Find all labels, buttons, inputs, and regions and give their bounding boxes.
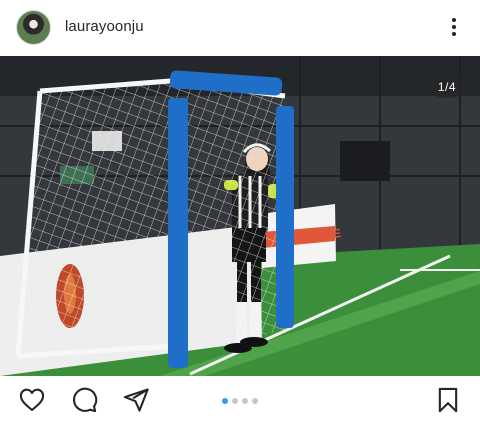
carousel-dot[interactable] bbox=[232, 398, 238, 404]
post-header: laurayoonju bbox=[0, 0, 480, 56]
post-actions bbox=[0, 376, 480, 423]
carousel-dot[interactable] bbox=[242, 398, 248, 404]
share-icon[interactable] bbox=[122, 386, 150, 414]
carousel-dot[interactable] bbox=[222, 398, 228, 404]
carousel-counter: 1/4 bbox=[429, 76, 464, 98]
avatar[interactable] bbox=[16, 10, 51, 45]
heart-icon[interactable] bbox=[18, 386, 46, 414]
post-image[interactable]: TOYGE 1/4 bbox=[0, 56, 480, 376]
carousel-dot[interactable] bbox=[252, 398, 258, 404]
comment-icon[interactable] bbox=[70, 386, 98, 414]
goalkeeper-photo: TOYGE bbox=[0, 56, 480, 376]
carousel-indicator bbox=[222, 398, 258, 404]
username[interactable]: laurayoonju bbox=[65, 18, 144, 35]
more-options-icon[interactable] bbox=[444, 12, 464, 42]
bookmark-icon[interactable] bbox=[434, 386, 462, 414]
